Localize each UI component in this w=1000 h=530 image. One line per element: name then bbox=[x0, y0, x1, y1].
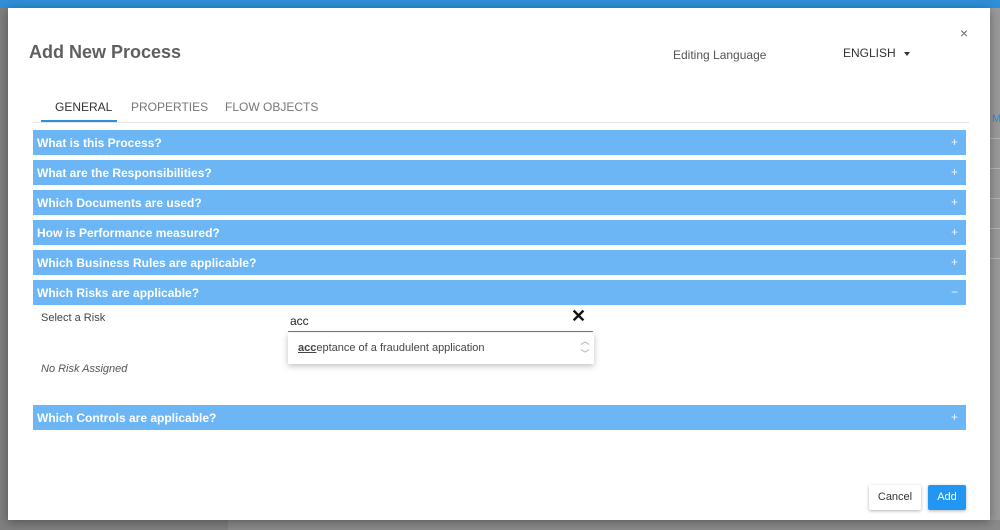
add-process-dialog: Add New Process × Editing Language ENGLI… bbox=[8, 8, 990, 520]
background-divider bbox=[990, 138, 1000, 139]
close-icon[interactable]: × bbox=[960, 25, 968, 41]
expand-icon: + bbox=[950, 225, 958, 239]
risk-search-input[interactable] bbox=[288, 307, 593, 332]
panel-what-is-process[interactable]: What is this Process? + bbox=[33, 130, 966, 155]
tab-flow-objects[interactable]: FLOW OBJECTS bbox=[225, 100, 318, 114]
background-text: M bbox=[992, 113, 1000, 125]
background-divider bbox=[990, 228, 1000, 229]
panel-responsibilities[interactable]: What are the Responsibilities? + bbox=[33, 160, 966, 185]
panel-label: Which Documents are used? bbox=[37, 196, 202, 210]
dialog-title: Add New Process bbox=[29, 42, 182, 62]
panel-label: Which Business Rules are applicable? bbox=[37, 256, 257, 270]
editing-language-label: Editing Language bbox=[673, 48, 767, 62]
suggestion-rest-text: eptance of a fraudulent application bbox=[316, 342, 485, 354]
tab-general[interactable]: GENERAL bbox=[55, 100, 112, 114]
expand-icon: + bbox=[950, 255, 958, 269]
select-risk-label: Select a Risk bbox=[41, 312, 106, 324]
suggestion-match-text: acc bbox=[298, 342, 317, 354]
expand-icon: + bbox=[950, 410, 958, 424]
panel-label: Which Risks are applicable? bbox=[37, 286, 200, 300]
background-page: M bbox=[990, 8, 1000, 530]
background-footer bbox=[228, 520, 1000, 530]
panel-business-rules[interactable]: Which Business Rules are applicable? + bbox=[33, 250, 966, 275]
dropdown-scrollbar[interactable]: ︿ ﹀ bbox=[579, 335, 591, 362]
background-divider bbox=[990, 258, 1000, 259]
panel-risks[interactable]: Which Risks are applicable? − bbox=[33, 280, 966, 305]
tab-properties[interactable]: PROPERTIES bbox=[131, 100, 208, 114]
panel-label: Which Controls are applicable? bbox=[37, 411, 217, 425]
no-risk-message: No Risk Assigned bbox=[41, 363, 128, 375]
chevron-up-icon[interactable]: ︿ bbox=[579, 335, 591, 348]
suggestion-item[interactable]: acceptance of a fraudulent application bbox=[298, 342, 485, 354]
cancel-button[interactable]: Cancel bbox=[869, 485, 921, 510]
panel-label: How is Performance measured? bbox=[37, 226, 220, 240]
panel-label: What are the Responsibilities? bbox=[37, 166, 212, 180]
clear-icon[interactable]: ✕ bbox=[571, 306, 586, 327]
risk-suggestion-dropdown: acceptance of a fraudulent application ︿… bbox=[288, 333, 594, 364]
expand-icon: + bbox=[950, 165, 958, 179]
add-button[interactable]: Add bbox=[928, 485, 966, 510]
language-select[interactable]: ENGLISH bbox=[843, 46, 910, 60]
background-divider bbox=[990, 168, 1000, 169]
expand-icon: + bbox=[950, 135, 958, 149]
collapse-icon: − bbox=[950, 285, 958, 299]
panel-performance[interactable]: How is Performance measured? + bbox=[33, 220, 966, 245]
panel-label: What is this Process? bbox=[37, 136, 162, 150]
background-divider bbox=[990, 198, 1000, 199]
tab-bar: GENERAL PROPERTIES FLOW OBJECTS bbox=[33, 96, 969, 123]
panel-controls[interactable]: Which Controls are applicable? + bbox=[33, 405, 966, 430]
caret-down-icon bbox=[903, 51, 910, 56]
language-value: ENGLISH bbox=[843, 46, 896, 60]
chevron-down-icon[interactable]: ﹀ bbox=[579, 348, 591, 361]
active-tab-indicator bbox=[41, 120, 117, 122]
app-top-bar bbox=[0, 0, 1000, 8]
expand-icon: + bbox=[950, 195, 958, 209]
panel-documents[interactable]: Which Documents are used? + bbox=[33, 190, 966, 215]
